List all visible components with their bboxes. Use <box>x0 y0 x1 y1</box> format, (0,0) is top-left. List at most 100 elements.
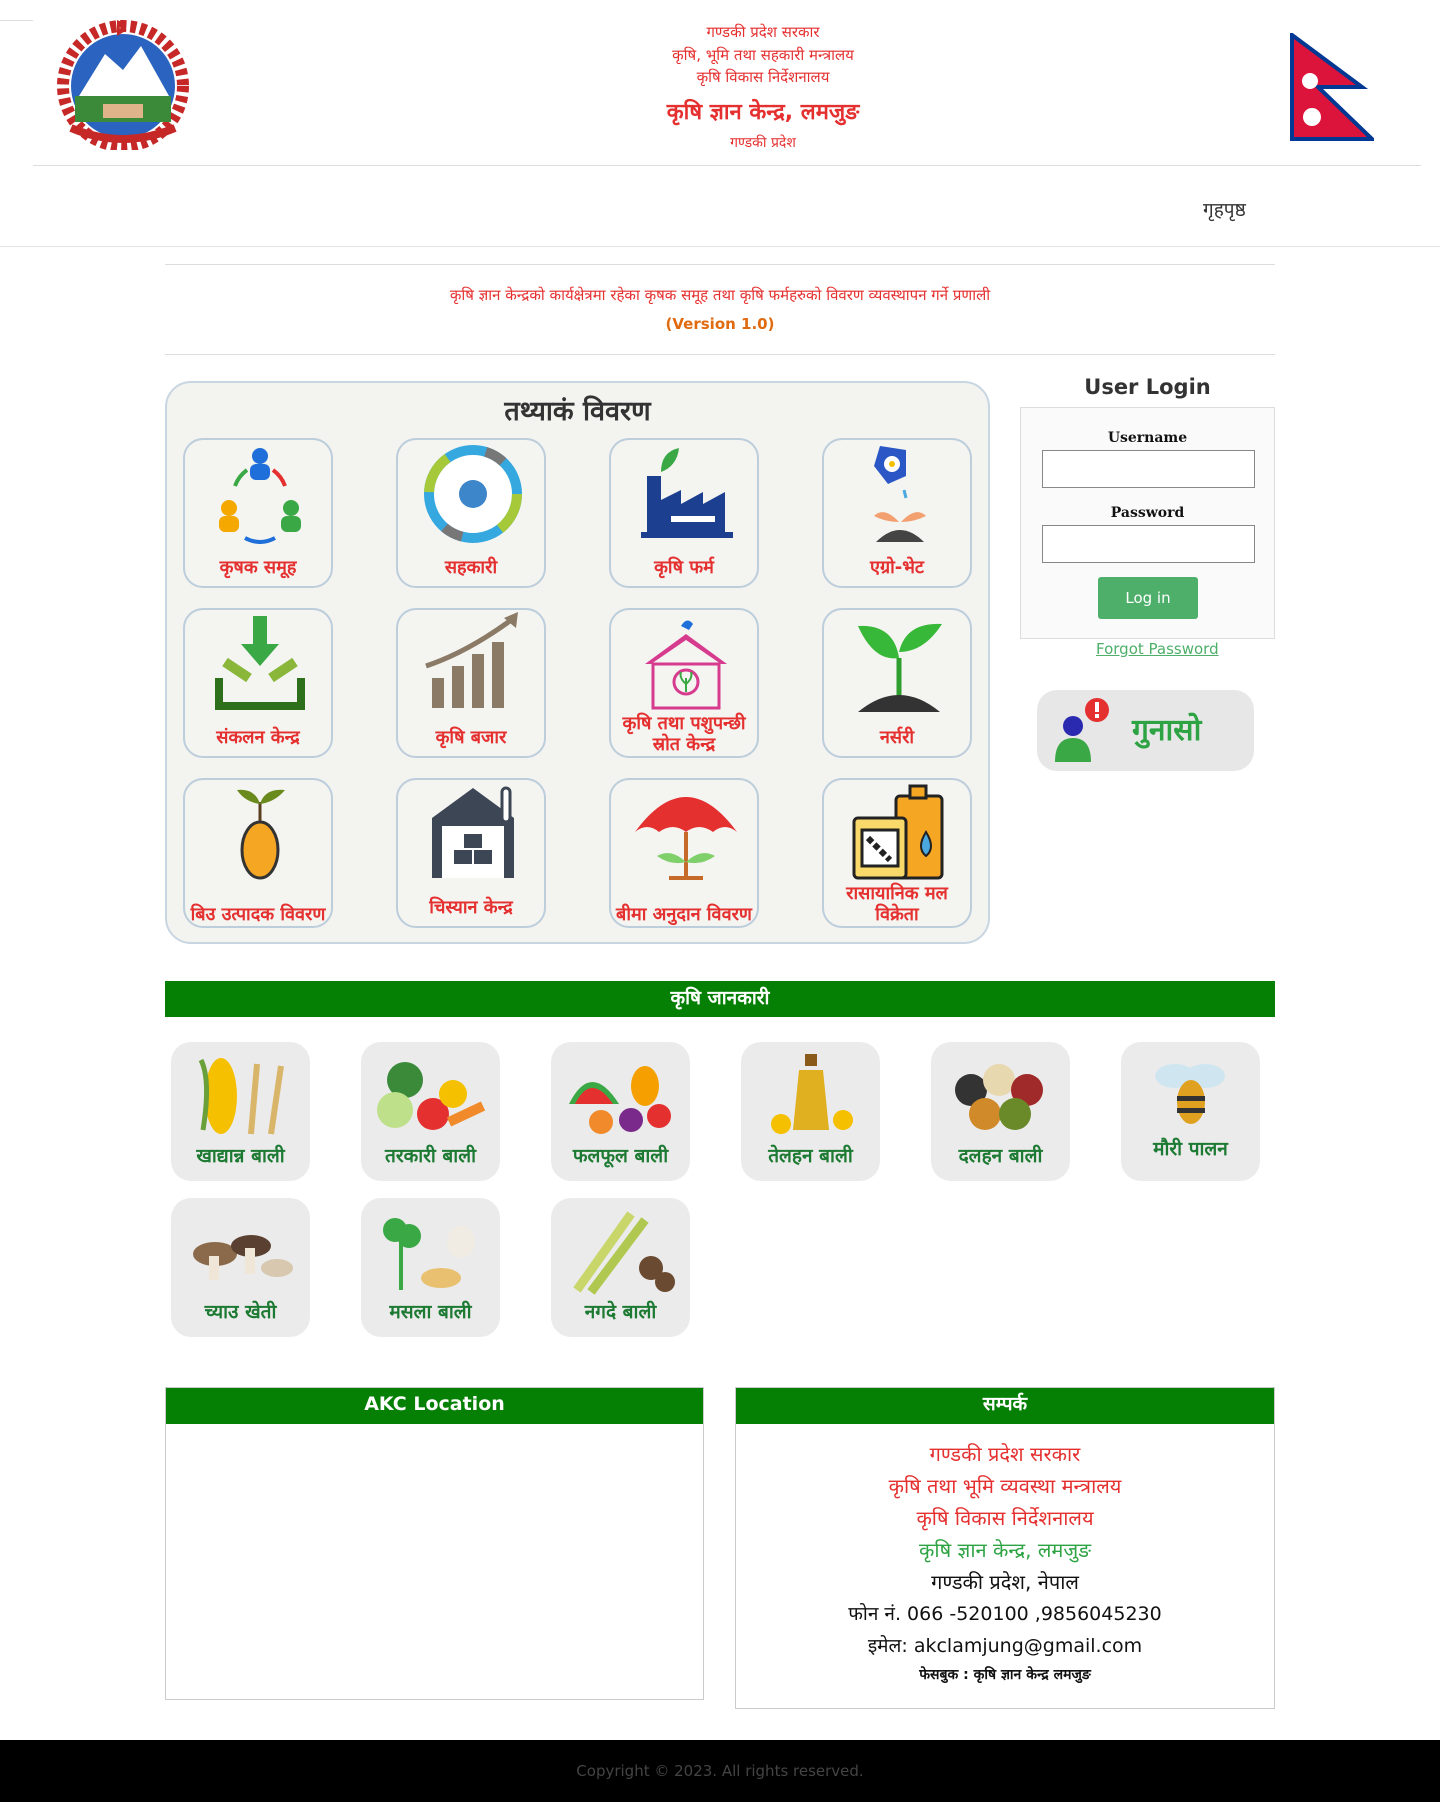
contact-facebook[interactable]: फेसबुक : कृषि ज्ञान केन्द्र लमजुङ <box>736 1665 1274 1684</box>
username-input[interactable] <box>1042 450 1255 488</box>
contact-govt: गण्डकी प्रदेश सरकार <box>929 1442 1081 1466</box>
crop-label: मौरी पालन <box>1153 1138 1228 1160</box>
contact-title: सम्पर्क <box>736 1388 1274 1424</box>
header-directorate: कृषि विकास निर्देशनालय <box>696 68 830 86</box>
stats-panel: तथ्याकं विवरण कृषक समूह सहकारी कृषि फर्म… <box>165 381 990 944</box>
card-label: सहकारी <box>444 557 498 578</box>
contact-phone: फोन नं. 066 -520100 ,9856045230 <box>848 1603 1162 1625</box>
crop-label: तरकारी बाली <box>385 1145 476 1167</box>
header-govt: गण्डकी प्रदेश सरकार <box>706 23 820 41</box>
fruits-icon <box>569 1066 671 1134</box>
card-label: कृषि फर्म <box>654 557 714 578</box>
card-label: संकलन केन्द्र <box>216 727 300 748</box>
crop-pulses[interactable]: दलहन बाली <box>931 1042 1070 1181</box>
resource-center-icon <box>645 620 727 710</box>
crop-mushroom[interactable]: च्याउ खेती <box>171 1198 310 1337</box>
header-province: गण्डकी प्रदेश <box>730 135 796 151</box>
card-market[interactable]: कृषि बजार <box>396 608 546 758</box>
card-agrovet[interactable]: एग्रो-भेट <box>822 438 972 588</box>
insurance-umbrella-icon <box>635 797 737 880</box>
card-seed-producer[interactable]: बिउ उत्पादक विवरण <box>183 778 333 928</box>
card-farmer-group[interactable]: कृषक समूह <box>183 438 333 588</box>
card-label: रासायानिक मल विक्रेता <box>846 883 948 925</box>
nav-home-link[interactable]: गृहपृष्ठ <box>1203 196 1246 222</box>
crop-fruits[interactable]: फलफूल बाली <box>551 1042 690 1181</box>
title-bottom-rule <box>165 354 1275 355</box>
crop-label: खाद्यान्न बाली <box>196 1145 285 1167</box>
header-left-rule <box>0 20 33 21</box>
nepal-emblem-icon <box>57 20 189 150</box>
contact-panel: सम्पर्क गण्डकी प्रदेश सरकार कृषि तथा भूम… <box>735 1387 1275 1709</box>
akc-location-panel: AKC Location <box>165 1387 704 1700</box>
login-form: Username Password Log in <box>1020 407 1275 639</box>
card-label: कृषक समूह <box>219 557 297 578</box>
contact-office: कृषि ज्ञान केन्द्र, लमजुङ <box>919 1538 1091 1562</box>
akc-location-title: AKC Location <box>166 1388 703 1424</box>
mushroom-icon <box>193 1235 293 1280</box>
vegetables-icon <box>377 1062 486 1130</box>
card-farm[interactable]: कृषि फर्म <box>609 438 759 588</box>
nepal-flag-icon <box>1290 33 1374 141</box>
card-insurance[interactable]: बीमा अनुदान विवरण <box>609 778 759 928</box>
contact-email[interactable]: इमेल: akclamjung@gmail.com <box>736 1632 1274 1658</box>
spices-icon <box>383 1218 475 1290</box>
cash-crop-icon <box>573 1211 675 1295</box>
crop-label: फलफूल बाली <box>572 1145 669 1167</box>
card-label: कृषि तथा पशुपन्छी स्रोत केन्द्र <box>622 713 746 755</box>
cereal-crops-icon <box>198 1058 284 1135</box>
crop-spices[interactable]: मसला बाली <box>361 1198 500 1337</box>
crop-beekeeping[interactable]: मौरी पालन <box>1121 1042 1260 1181</box>
header-ministry: कृषि, भूमि तथा सहकारी मन्त्रालय <box>672 46 854 64</box>
crop-cereal[interactable]: खाद्यान्न बाली <box>171 1042 310 1181</box>
card-label: एग्रो-भेट <box>870 557 924 578</box>
crop-label: च्याउ खेती <box>204 1301 277 1323</box>
card-resource-center[interactable]: कृषि तथा पशुपन्छी स्रोत केन्द्र <box>609 608 759 758</box>
krishi-info-header: कृषि जानकारी <box>165 981 1275 1017</box>
cooperative-icon <box>424 445 522 543</box>
nav-divider <box>0 246 1440 247</box>
username-label: Username <box>1107 430 1188 446</box>
password-input[interactable] <box>1042 525 1255 563</box>
crop-vegetables[interactable]: तरकारी बाली <box>361 1042 500 1181</box>
crop-label: नगदे बाली <box>584 1301 657 1323</box>
seed-icon <box>237 789 285 880</box>
stats-title: तथ्याकं विवरण <box>504 396 651 427</box>
crop-label: तेलहन बाली <box>768 1145 853 1167</box>
market-chart-icon <box>425 612 518 708</box>
crop-label: मसला बाली <box>389 1301 472 1323</box>
fertilizer-icon <box>852 784 944 880</box>
login-button[interactable]: Log in <box>1098 577 1198 619</box>
farmer-group-icon <box>219 448 301 544</box>
card-collection-center[interactable]: संकलन केन्द्र <box>183 608 333 758</box>
cold-storage-icon <box>432 786 514 878</box>
collection-center-icon <box>215 616 305 710</box>
password-label: Password <box>1110 505 1185 521</box>
bee-icon <box>1155 1064 1225 1124</box>
card-cold-storage[interactable]: चिस्यान केन्द्र <box>396 778 546 928</box>
agrovet-icon <box>874 446 926 542</box>
card-label: नर्सरी <box>879 727 915 748</box>
card-label: बीमा अनुदान विवरण <box>616 904 752 925</box>
card-fertilizer-seller[interactable]: रासायानिक मल विक्रेता <box>822 778 972 928</box>
card-cooperative[interactable]: सहकारी <box>396 438 546 588</box>
contact-directorate: कृषि विकास निर्देशनालय <box>916 1506 1094 1530</box>
card-label: कृषि बजार <box>435 727 507 748</box>
complaint-user-icon <box>1055 698 1109 762</box>
card-nursery[interactable]: नर्सरी <box>822 608 972 758</box>
card-label: चिस्यान केन्द्र <box>429 897 513 918</box>
gunaso-button[interactable]: गुनासो <box>1037 690 1254 771</box>
oilseed-icon <box>771 1054 853 1134</box>
login-title: User Login <box>1084 375 1211 399</box>
crop-oilseed[interactable]: तेलहन बाली <box>741 1042 880 1181</box>
crop-cash[interactable]: नगदे बाली <box>551 1198 690 1337</box>
app-version: (Version 1.0) <box>665 315 775 333</box>
card-label: बिउ उत्पादक विवरण <box>190 904 326 925</box>
app-title: कृषि ज्ञान केन्द्रको कार्यक्षेत्रमा रहेक… <box>449 286 991 304</box>
farm-factory-icon <box>641 448 733 538</box>
nursery-sprout-icon <box>858 623 942 712</box>
forgot-password-link[interactable]: Forgot Password <box>1096 640 1219 658</box>
gunaso-label: गुनासो <box>1132 713 1202 748</box>
contact-province: गण्डकी प्रदेश, नेपाल <box>931 1570 1079 1594</box>
crop-label: दलहन बाली <box>958 1145 1043 1167</box>
contact-ministry: कृषि तथा भूमि व्यवस्था मन्त्रालय <box>888 1474 1122 1498</box>
